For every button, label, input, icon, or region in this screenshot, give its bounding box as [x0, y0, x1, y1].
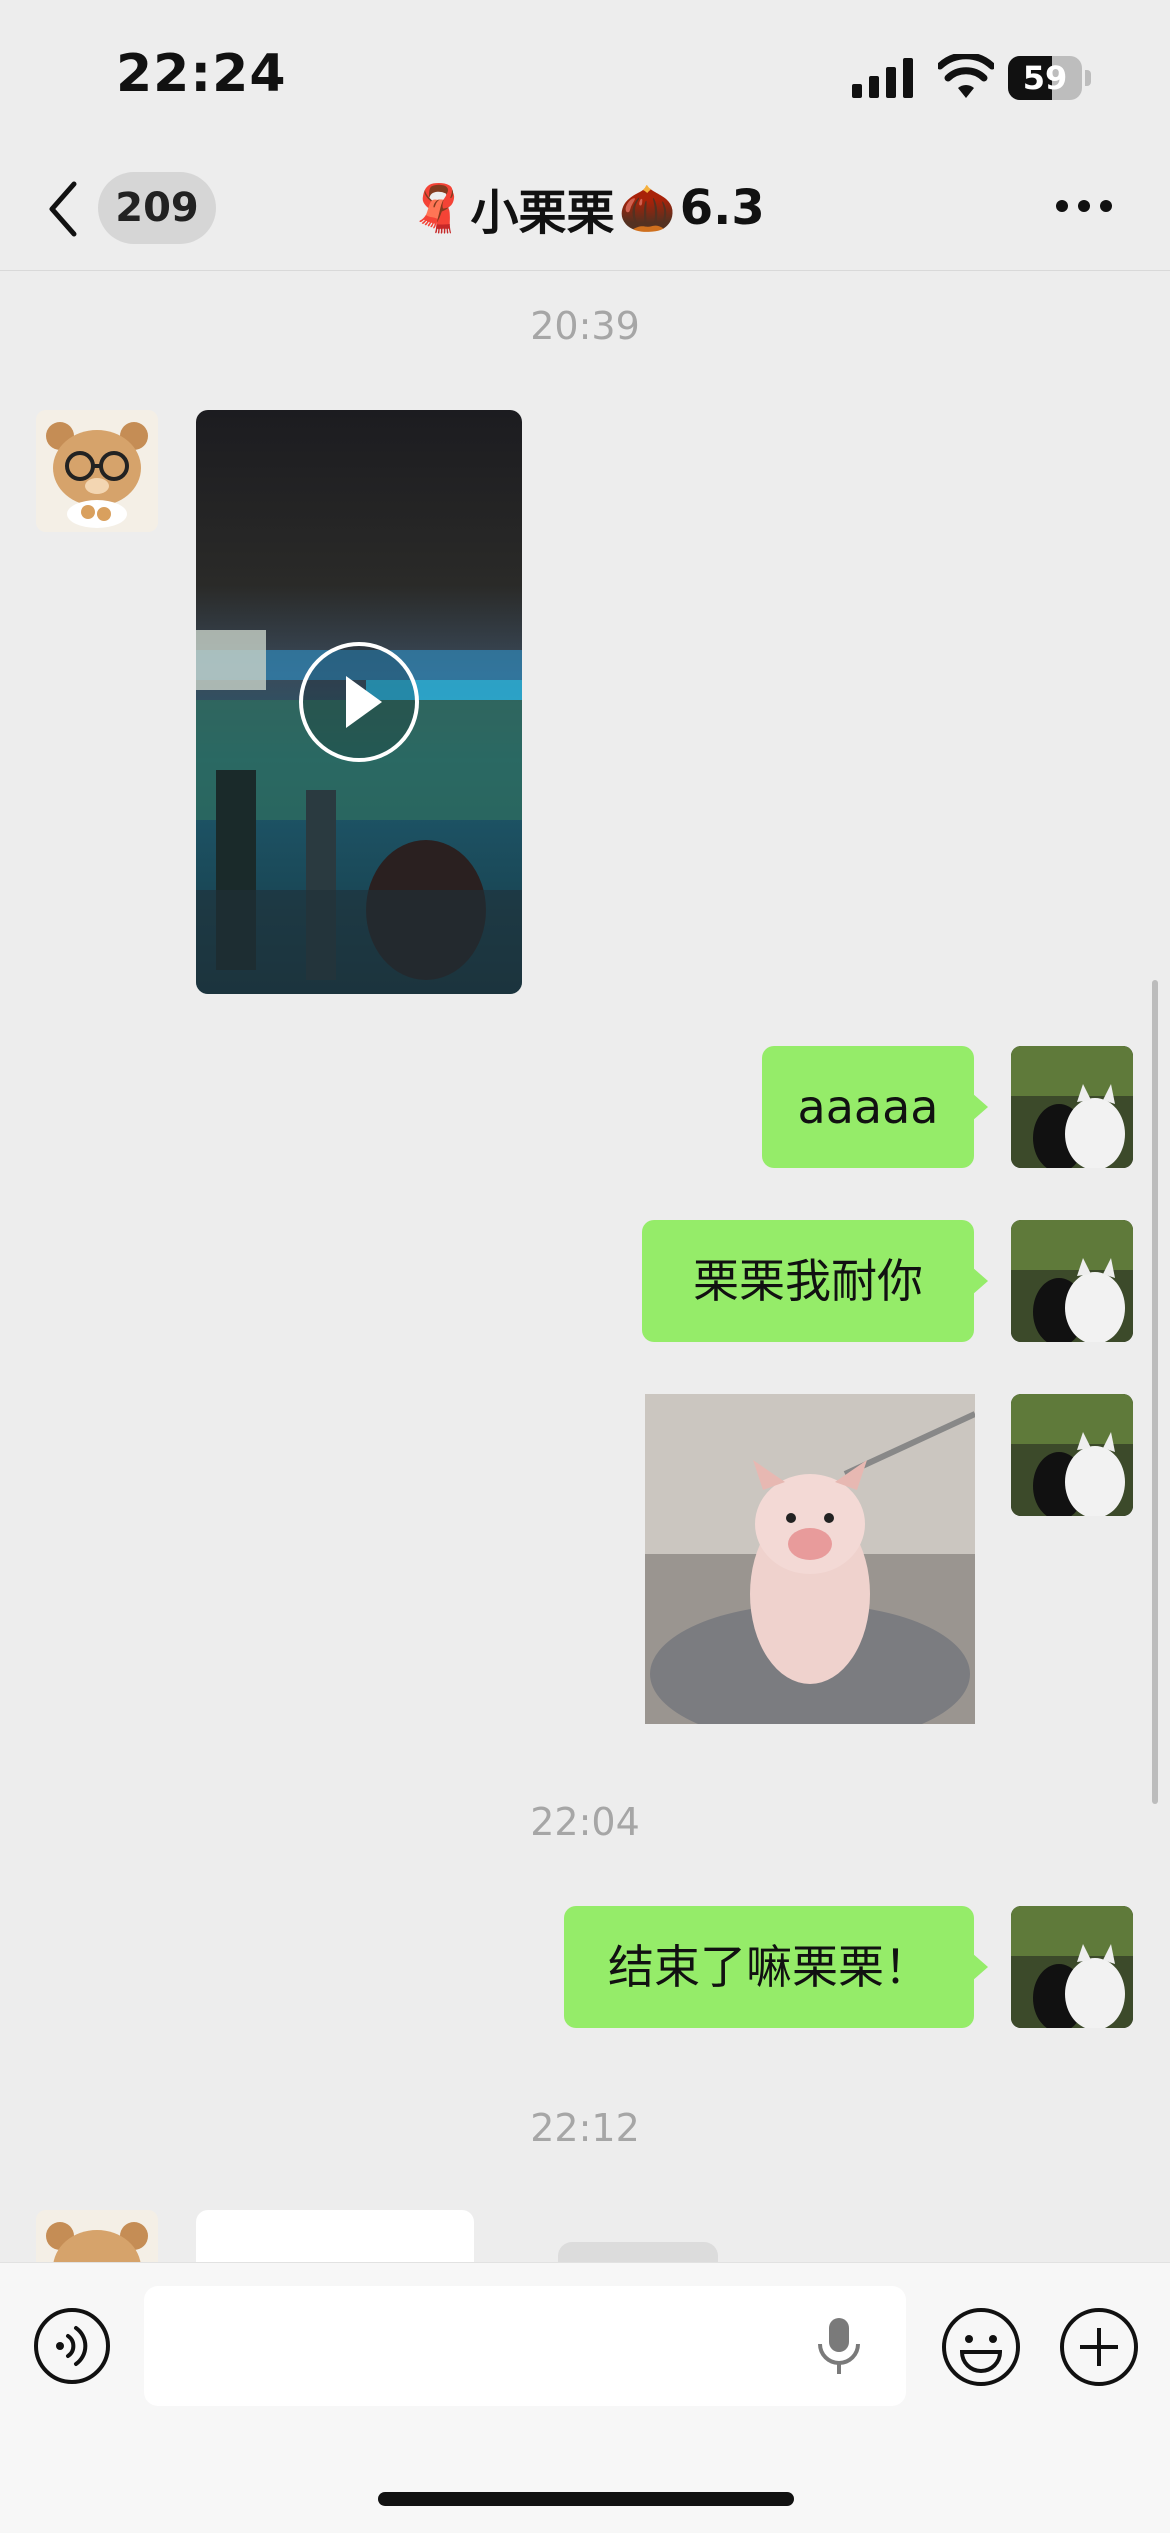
pig-sticker-image[interactable] [645, 1394, 975, 1724]
battery-icon: 59 [1008, 56, 1092, 100]
wifi-icon [938, 54, 994, 98]
chat-title-name: 小栗栗 [470, 185, 615, 241]
more-icon[interactable] [1054, 198, 1114, 214]
battery-percent: 59 [1022, 59, 1068, 97]
sent-text-bubble[interactable]: 结束了嘛栗栗！ [564, 1906, 988, 2028]
sent-text-bubble[interactable]: 栗栗我耐你 [642, 1220, 988, 1342]
message-input[interactable] [144, 2286, 906, 2406]
my-avatar[interactable] [1011, 1046, 1133, 1168]
timestamp: 22:12 [530, 2106, 640, 2150]
received-voice-bubble[interactable] [196, 2210, 474, 2270]
back-arrow-icon[interactable] [44, 178, 84, 240]
my-avatar[interactable] [1011, 1906, 1133, 2028]
unread-count-badge[interactable]: 209 [98, 172, 216, 244]
timestamp: 20:39 [530, 304, 640, 348]
chestnut-emoji: 🌰 [618, 180, 676, 235]
header-divider [0, 270, 1170, 271]
video-message[interactable] [196, 410, 522, 994]
voice-icon[interactable] [32, 2306, 112, 2386]
sent-text-bubble[interactable]: aaaaa [762, 1046, 988, 1168]
cat-avatar-image [1011, 1046, 1133, 1168]
cellular-signal-icon [852, 58, 913, 98]
contact-avatar[interactable] [36, 2210, 158, 2262]
timestamp: 22:04 [530, 1800, 640, 1844]
plus-icon[interactable] [1058, 2306, 1140, 2388]
chat-title: 🧣 小栗栗 🌰 6.3 [300, 170, 870, 246]
cat-avatar-image [1011, 1906, 1133, 2028]
contact-avatar[interactable] [36, 410, 158, 532]
mic-icon[interactable] [814, 2316, 864, 2376]
scrollbar[interactable] [1152, 980, 1158, 1804]
video-thumbnail [196, 410, 522, 994]
bear-avatar-image [36, 410, 158, 532]
my-avatar[interactable] [1011, 1394, 1133, 1516]
my-avatar[interactable] [1011, 1220, 1133, 1342]
home-indicator[interactable] [378, 2492, 794, 2506]
status-time: 22:24 [116, 44, 287, 104]
chat-title-suffix: 6.3 [679, 180, 765, 236]
scarf-emoji: 🧣 [409, 180, 467, 235]
emoji-icon[interactable] [940, 2306, 1022, 2388]
cat-avatar-image [1011, 1220, 1133, 1342]
cat-avatar-image [1011, 1394, 1133, 1516]
